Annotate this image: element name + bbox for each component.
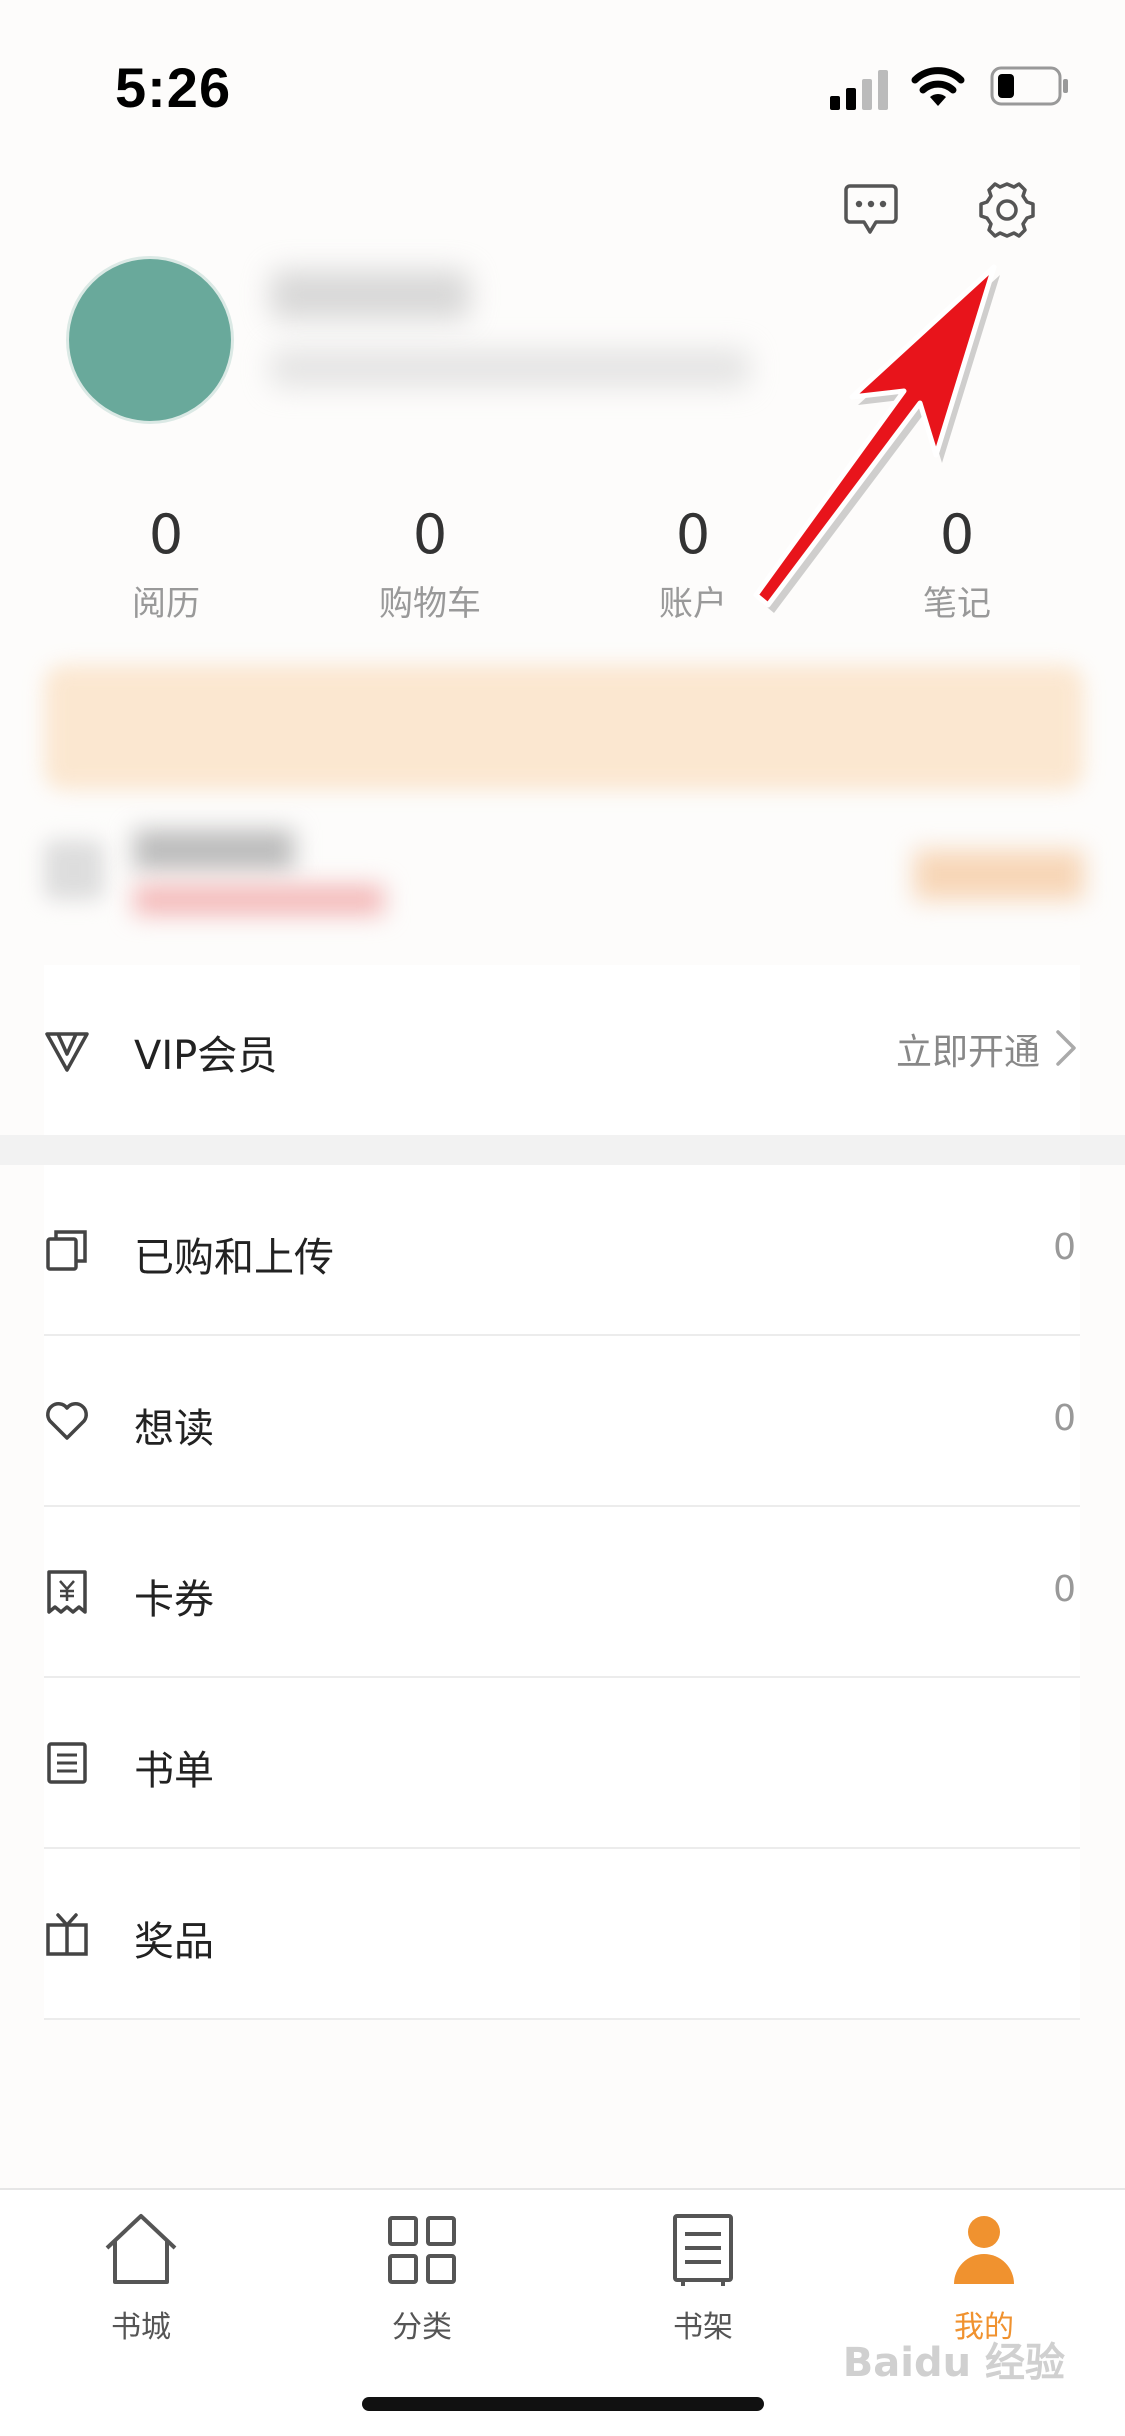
grid-icon [388, 2216, 456, 2284]
menu-item-label: 想读 [134, 1406, 214, 1452]
status-bar: 5:26 [0, 0, 1125, 170]
menu-item-want-to-read[interactable]: 想读 0 [44, 1336, 1080, 1507]
heart-icon [46, 1402, 88, 1440]
menu-item-label: 奖品 [134, 1919, 214, 1965]
vip-icon [45, 1032, 89, 1072]
menu-item-booklist[interactable]: 书单 [44, 1678, 1080, 1849]
menu-list: 已购和上传 0 想读 0 卡券 0 书单 奖品 [44, 1165, 1080, 2020]
stack-icon [46, 1230, 87, 1271]
tab-label: 书架 [673, 2310, 733, 2345]
wifi-icon [911, 67, 965, 106]
menu-item-coupons[interactable]: 卡券 0 [44, 1507, 1080, 1678]
stat-reading-history[interactable]: 0 阅历 [34, 500, 298, 634]
chevron-right-icon [1056, 1030, 1076, 1066]
blurred-icon [44, 840, 104, 900]
coupon-icon [47, 1570, 87, 1614]
annotation-arrow [753, 264, 1000, 613]
blurred-button [914, 850, 1084, 900]
stat-label: 购物车 [379, 584, 481, 624]
blurred-username [270, 270, 470, 320]
status-icons [830, 62, 1070, 112]
bookshelf-icon [673, 2214, 733, 2286]
stat-value: 0 [412, 503, 448, 566]
menu-item-label: 卡券 [134, 1577, 214, 1623]
stat-label: 阅历 [132, 584, 200, 624]
menu-item-label: 已购和上传 [134, 1235, 334, 1281]
battery-icon [990, 66, 1068, 106]
menu-item-purchased[interactable]: 已购和上传 0 [44, 1165, 1080, 1336]
message-icon[interactable] [842, 180, 900, 238]
menu-item-count: 0 [1053, 1227, 1076, 1268]
tab-categories[interactable]: 分类 [322, 2210, 522, 2360]
blurred-promo-row[interactable] [44, 820, 1084, 940]
tab-label: 分类 [392, 2310, 452, 2345]
blurred-title [134, 830, 294, 870]
section-divider [0, 1135, 1125, 1165]
stat-value: 0 [148, 503, 184, 566]
blurred-subtitle [134, 885, 384, 915]
home-icon [105, 2214, 177, 2284]
tab-bookshelf[interactable]: 书架 [603, 2210, 803, 2360]
menu-item-prizes[interactable]: 奖品 [44, 1849, 1080, 2020]
list-icon [47, 1742, 87, 1784]
blurred-user-info [270, 348, 750, 388]
gift-icon [46, 1913, 88, 1956]
menu-item-count: 0 [1053, 1398, 1076, 1439]
stat-shopping-cart[interactable]: 0 购物车 [298, 500, 562, 634]
blurred-banner[interactable] [44, 665, 1084, 790]
watermark: Baidu 经验 [842, 2340, 1065, 2386]
menu-item-count: 0 [1053, 1569, 1076, 1610]
status-time: 5:26 [115, 56, 232, 119]
avatar[interactable] [66, 256, 234, 424]
vip-activate-link[interactable]: 立即开通 [896, 1023, 1040, 1075]
menu-item-label: 书单 [134, 1748, 214, 1794]
tab-label: 书城 [111, 2310, 171, 2345]
home-indicator[interactable] [362, 2397, 764, 2411]
tab-bookstore[interactable]: 书城 [41, 2210, 241, 2360]
vip-membership-row[interactable]: VIP会员 立即开通 [44, 965, 1080, 1135]
vip-label: VIP会员 [134, 1033, 278, 1079]
settings-icon[interactable] [977, 180, 1037, 240]
cellular-signal-icon [830, 70, 888, 110]
person-icon [954, 2216, 1014, 2284]
